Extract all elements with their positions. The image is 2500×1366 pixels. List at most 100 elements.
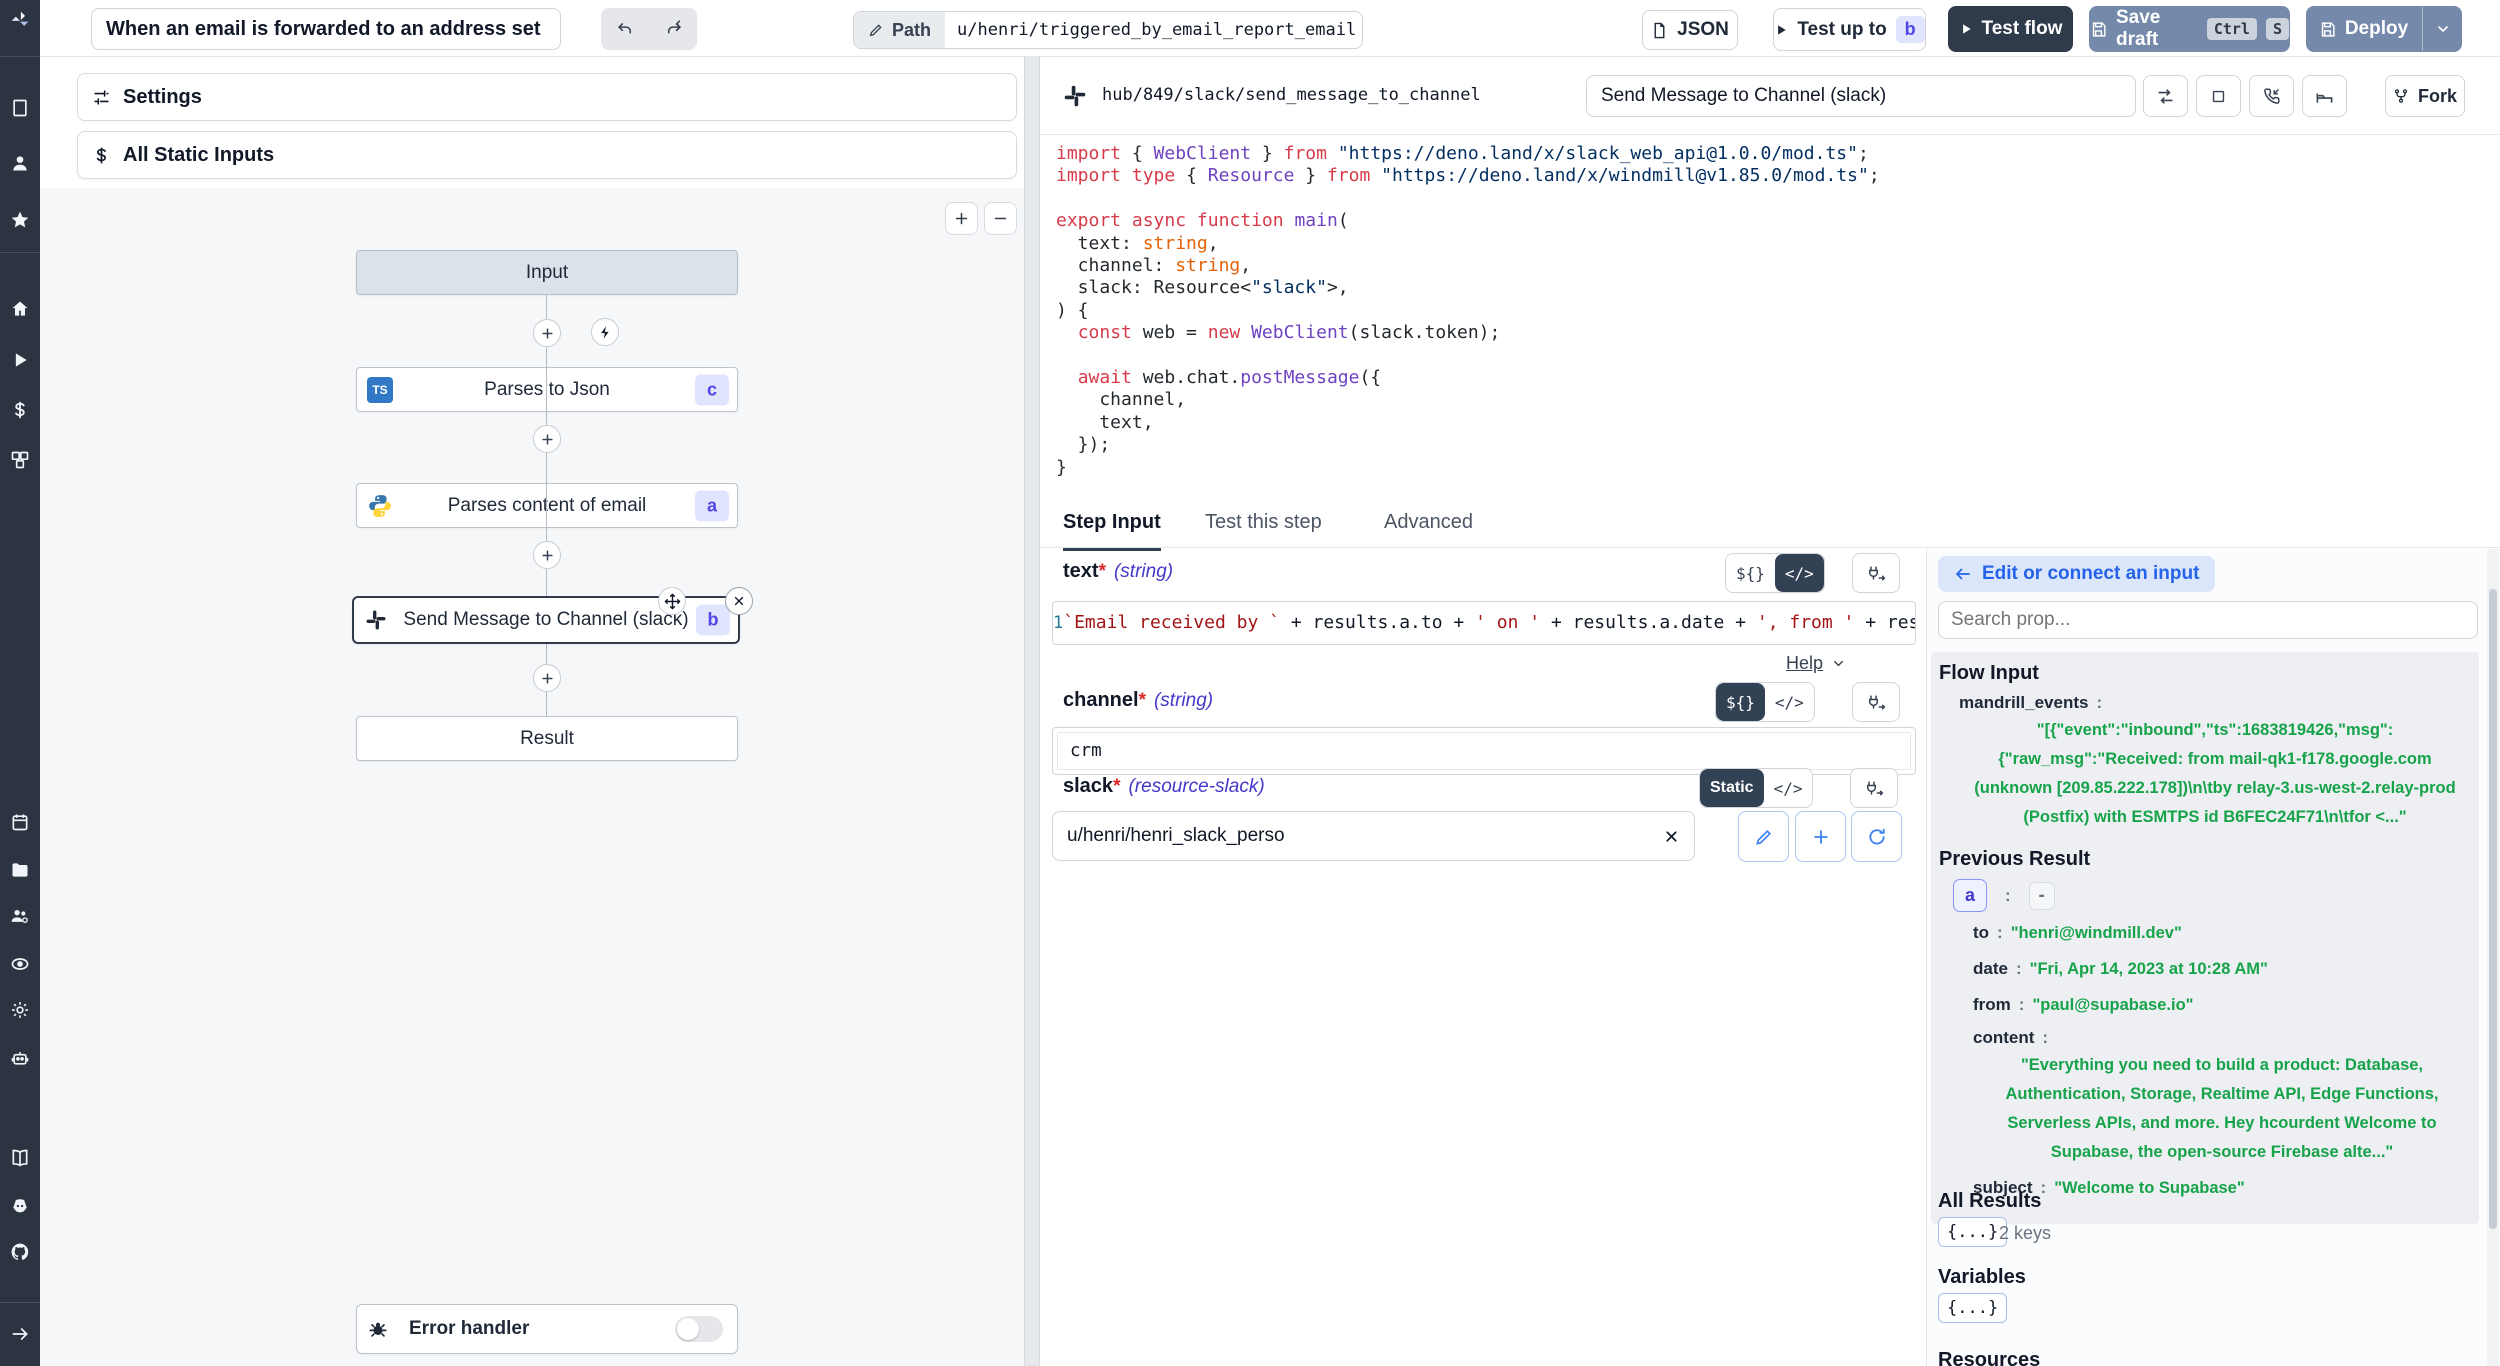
- flow-node-input[interactable]: Input: [356, 250, 738, 295]
- prop-row-subject[interactable]: subject:"Welcome to Supabase": [1973, 1174, 2471, 1203]
- save-draft-button[interactable]: Save draft Ctrl S: [2089, 6, 2290, 52]
- channel-input-mode-toggle: ${} </>: [1715, 682, 1815, 722]
- webhook-phone-icon-button[interactable]: [2249, 75, 2294, 117]
- help-link[interactable]: Help: [1786, 653, 1846, 674]
- code-editor[interactable]: import { WebClient } from "https://deno.…: [1056, 143, 1880, 479]
- add-resource-plus-button[interactable]: [1795, 811, 1846, 862]
- step-name-input[interactable]: [1586, 75, 2136, 117]
- resources-cubes-icon[interactable]: [10, 450, 30, 470]
- settings-gear-icon[interactable]: [10, 1000, 30, 1020]
- groups-users-icon[interactable]: [10, 906, 30, 926]
- home-icon[interactable]: [10, 299, 30, 319]
- zoom-out-button[interactable]: [984, 202, 1017, 235]
- static-mode-segment[interactable]: Static: [1700, 769, 1764, 807]
- deploy-dropdown[interactable]: [2422, 7, 2463, 51]
- props-scrollbar-thumb[interactable]: [2489, 589, 2497, 1229]
- edit-or-connect-button[interactable]: Edit or connect an input: [1938, 556, 2215, 592]
- prop-row-to[interactable]: to:"henri@windmill.dev": [1973, 919, 2471, 948]
- flow-node-parses-to-json[interactable]: TS Parses to Json c: [356, 367, 738, 412]
- diff-icon-button[interactable]: [2302, 75, 2347, 117]
- clear-resource-x-icon[interactable]: [1663, 828, 1680, 845]
- workers-robot-icon[interactable]: [10, 1048, 30, 1068]
- prop-row-from[interactable]: from:"paul@supabase.io": [1973, 991, 2471, 1020]
- code-mode-segment[interactable]: </>: [1765, 683, 1814, 721]
- connect-input-plug-button[interactable]: [1852, 553, 1900, 593]
- add-step-button[interactable]: [533, 319, 561, 347]
- expand-sidebar-arrow-icon[interactable]: [10, 1324, 30, 1344]
- redo-icon[interactable]: [649, 8, 697, 50]
- expr-mode-segment[interactable]: ${}: [1726, 554, 1775, 592]
- fork-button[interactable]: Fork: [2385, 75, 2465, 117]
- favorites-star-icon[interactable]: [10, 210, 30, 230]
- undo-icon[interactable]: [601, 8, 649, 50]
- deploy-button[interactable]: Deploy: [2306, 6, 2462, 52]
- props-scrollbar-track[interactable]: [2487, 549, 2499, 1366]
- flow-node-parses-content[interactable]: Parses content of email a: [356, 483, 738, 528]
- edit-resource-pencil-button[interactable]: [1738, 811, 1789, 862]
- connect-input-plug-button[interactable]: [1850, 768, 1898, 808]
- discord-icon[interactable]: [10, 1196, 30, 1216]
- path-edit-button[interactable]: Path: [854, 12, 945, 48]
- step-id-badge: a: [695, 490, 729, 521]
- channel-value-input[interactable]: [1057, 732, 1911, 770]
- panel-splitter[interactable]: [1024, 57, 1040, 1366]
- delete-step-button[interactable]: [725, 587, 753, 615]
- flow-node-result[interactable]: Result: [356, 716, 738, 761]
- flow-input-title: Flow Input: [1939, 662, 2471, 685]
- toggle-knob: [677, 1318, 699, 1340]
- add-step-button[interactable]: [533, 541, 561, 569]
- swap-script-icon-button[interactable]: [2143, 75, 2188, 117]
- app-sidebar: [0, 0, 40, 1366]
- test-up-to-button[interactable]: Test up to b: [1773, 8, 1926, 51]
- json-button[interactable]: JSON: [1642, 10, 1738, 50]
- workspace-icon[interactable]: [10, 98, 30, 118]
- collapse-badge[interactable]: -: [2029, 882, 2055, 910]
- text-expression-editor[interactable]: 1 `Email received by ` + results.a.to + …: [1052, 601, 1916, 645]
- slack-resource-value: u/henri/henri_slack_perso: [1067, 825, 1663, 847]
- tab-test-this-step[interactable]: Test this step: [1205, 511, 1322, 548]
- add-step-button[interactable]: [533, 664, 561, 692]
- variables-dollar-icon[interactable]: [10, 400, 30, 420]
- github-icon[interactable]: [10, 1242, 30, 1262]
- add-step-button[interactable]: [533, 425, 561, 453]
- move-step-handle[interactable]: [658, 587, 686, 615]
- slack-resource-picker[interactable]: u/henri/henri_slack_perso: [1052, 811, 1695, 861]
- variables-expand-badge[interactable]: {...}: [1938, 1293, 2007, 1323]
- connect-input-plug-button[interactable]: [1852, 682, 1900, 722]
- flow-settings-button[interactable]: Settings: [77, 73, 1017, 121]
- error-handler-node[interactable]: Error handler: [356, 1304, 738, 1354]
- tab-step-input[interactable]: Step Input: [1063, 511, 1161, 551]
- python-icon: [367, 493, 393, 519]
- windmill-logo-icon[interactable]: [10, 10, 30, 30]
- audit-eye-icon[interactable]: [10, 954, 30, 974]
- test-flow-button[interactable]: Test flow: [1948, 6, 2073, 52]
- all-static-inputs-button[interactable]: All Static Inputs: [77, 131, 1017, 179]
- flow-canvas[interactable]: [40, 188, 1024, 1366]
- code-mode-segment[interactable]: </>: [1764, 769, 1813, 807]
- resources-title: Resources: [1938, 1349, 2040, 1366]
- expr-mode-segment[interactable]: ${}: [1716, 683, 1765, 721]
- sidebar-divider: [0, 252, 40, 253]
- expand-editor-icon-button[interactable]: [2196, 75, 2241, 117]
- result-a-badge[interactable]: a: [1953, 879, 1987, 912]
- tab-advanced[interactable]: Advanced: [1384, 511, 1473, 548]
- schedules-calendar-icon[interactable]: [10, 812, 30, 832]
- play-icon: [1774, 23, 1788, 37]
- add-trigger-bolt-button[interactable]: [591, 318, 619, 346]
- code-mode-segment[interactable]: </>: [1775, 554, 1824, 592]
- zoom-in-button[interactable]: [945, 202, 978, 235]
- pencil-icon: [868, 22, 884, 38]
- path-value-input[interactable]: u/henri/triggered_by_email_report_email: [945, 12, 1362, 48]
- search-prop-input[interactable]: [1938, 601, 2478, 639]
- docs-book-icon[interactable]: [10, 1148, 30, 1168]
- user-icon[interactable]: [10, 153, 30, 173]
- runs-play-icon[interactable]: [10, 350, 30, 370]
- prop-row-content[interactable]: content:"Everything you need to build a …: [1973, 1027, 2471, 1167]
- prop-row-date[interactable]: date:"Fri, Apr 14, 2023 at 10:28 AM": [1973, 955, 2471, 984]
- flow-input-row[interactable]: mandrill_events: "[{"event":"inbound","t…: [1959, 692, 2471, 832]
- all-results-expand-badge[interactable]: {...}: [1938, 1217, 2007, 1247]
- error-handler-toggle[interactable]: [675, 1316, 723, 1342]
- folders-icon[interactable]: [10, 860, 30, 880]
- refresh-resource-button[interactable]: [1851, 811, 1902, 862]
- flow-title-input[interactable]: [91, 8, 561, 50]
